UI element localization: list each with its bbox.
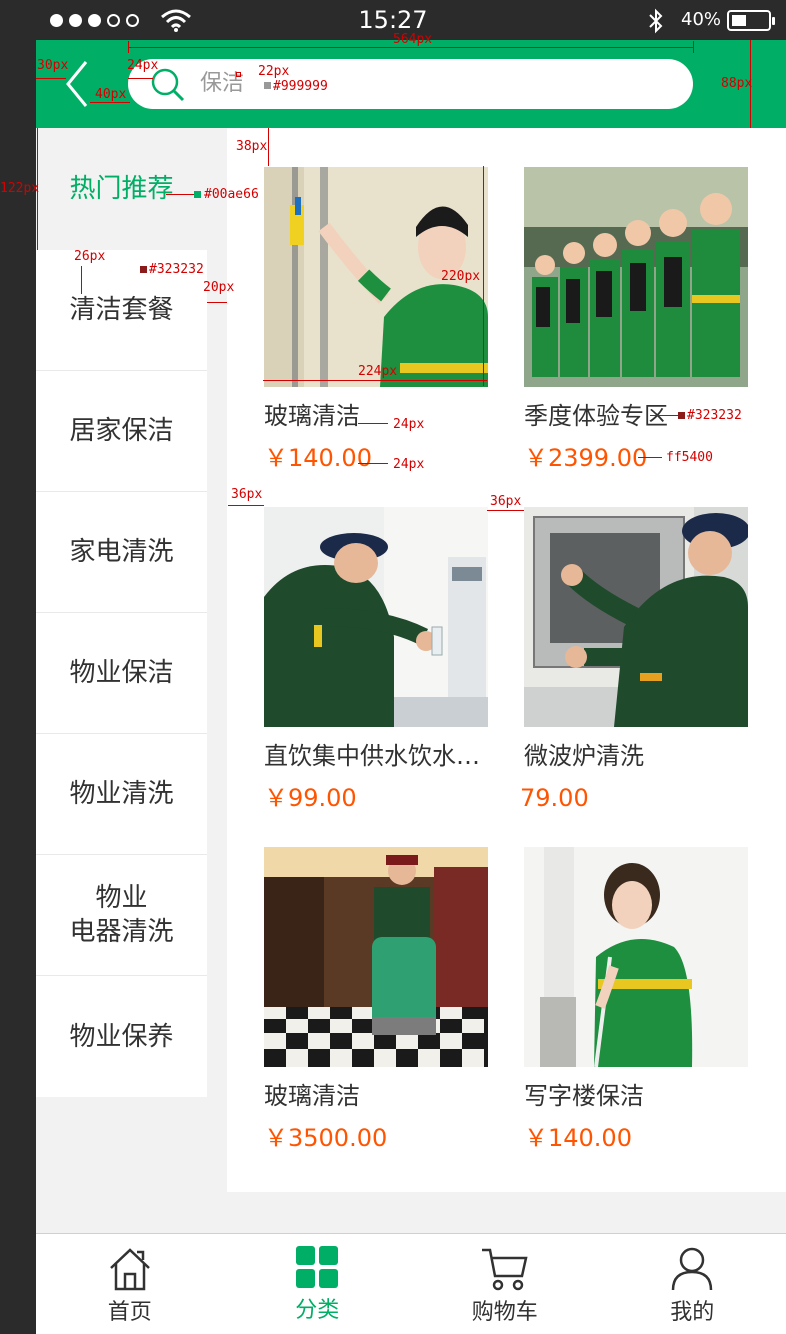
annotation-placeholder-color: #999999 bbox=[273, 79, 328, 94]
annotation-left-gap: 36px bbox=[231, 487, 263, 502]
annotation-font-size: 22px bbox=[258, 64, 290, 79]
status-time: 15:27 bbox=[358, 6, 428, 34]
annotation-image-height: 220px bbox=[441, 269, 481, 284]
sidebar-item-property-cleaning[interactable]: 物业保洁 bbox=[36, 613, 207, 734]
bluetooth-icon bbox=[649, 8, 663, 34]
annotation-sidebar-item-height: 122px bbox=[0, 181, 40, 196]
product-card[interactable]: 玻璃清洁 ￥3500.00 bbox=[264, 847, 488, 1153]
annotation-sidebar-color: #323232 bbox=[149, 262, 204, 277]
category-icon bbox=[296, 1246, 339, 1288]
tab-cart[interactable]: 购物车 bbox=[411, 1234, 599, 1334]
user-icon bbox=[672, 1247, 713, 1291]
product-card[interactable]: 季度体验专区 ￥2399.00 bbox=[524, 167, 748, 473]
product-image-floor-scrubber bbox=[264, 847, 488, 1067]
annotation-header-height: 88px bbox=[721, 76, 753, 91]
annotation-price-font: 24px bbox=[393, 457, 425, 472]
tab-home-label: 首页 bbox=[107, 1300, 152, 1325]
bottom-tab-bar: 首页 分类 购物车 我的 bbox=[36, 1233, 786, 1334]
annotation-active-color: #00ae66 bbox=[204, 187, 259, 202]
product-price: ￥99.00 bbox=[264, 784, 357, 812]
sidebar-item-home-cleaning[interactable]: 居家保洁 bbox=[36, 371, 207, 492]
annotation-gap: 40px bbox=[95, 87, 127, 102]
sidebar-item-appliance-cleaning[interactable]: 家电清洗 bbox=[36, 492, 207, 613]
annotation-back-offset: 30px bbox=[37, 58, 69, 73]
cart-icon bbox=[481, 1248, 528, 1291]
tab-profile[interactable]: 我的 bbox=[599, 1234, 786, 1334]
annotation-title-font: 24px bbox=[393, 417, 425, 432]
product-card[interactable]: 写字楼保洁 ￥140.00 bbox=[524, 847, 748, 1153]
product-price: 79.00 bbox=[520, 784, 589, 812]
tab-cart-label: 购物车 bbox=[471, 1300, 538, 1325]
product-image-office-cleaning bbox=[524, 847, 748, 1067]
product-image-microwave bbox=[524, 507, 748, 727]
annotation-search-width: 564px bbox=[393, 32, 433, 47]
product-price: ￥140.00 bbox=[264, 444, 372, 472]
product-card[interactable]: 玻璃清洁 ￥140.00 bbox=[264, 167, 488, 473]
product-title: 微波炉清洗 bbox=[524, 742, 644, 770]
tab-home[interactable]: 首页 bbox=[36, 1234, 224, 1334]
product-image-water-dispenser bbox=[264, 507, 488, 727]
sidebar-item-property-appliance[interactable]: 物业 电器清洗 bbox=[36, 855, 207, 976]
product-price: ￥2399.00 bbox=[524, 444, 648, 472]
product-image-cleaning-team bbox=[524, 167, 748, 387]
product-title: 写字楼保洁 bbox=[524, 1082, 644, 1110]
battery-icon bbox=[727, 10, 775, 31]
product-grid: 玻璃清洁 ￥140.00 季度体验专区 ￥2399.00 直饮集中供水饮水机 ￥… bbox=[227, 128, 786, 1192]
product-title: 直饮集中供水饮水机清洗 bbox=[264, 742, 488, 770]
app-screen: 保洁 热门推荐 清洁套餐 居家保洁 家电清洗 物业保洁 物业清洗 物业 电器清洗… bbox=[36, 40, 786, 1334]
search-input[interactable]: 保洁 bbox=[128, 59, 693, 109]
product-card[interactable]: 微波炉清洗 79.00 bbox=[520, 507, 748, 813]
product-title: 玻璃清洁 bbox=[264, 402, 360, 430]
battery-percent: 40% bbox=[681, 9, 722, 30]
annotation-content-gap: 20px bbox=[203, 280, 235, 295]
sidebar-item-property-washing[interactable]: 物业清洗 bbox=[36, 734, 207, 855]
tab-category-label: 分类 bbox=[295, 1298, 340, 1323]
annotation-image-width: 224px bbox=[358, 364, 398, 379]
annotation-icon-offset: 24px bbox=[127, 58, 159, 73]
left-edge-strip bbox=[0, 0, 36, 1334]
product-price: ￥3500.00 bbox=[264, 1124, 388, 1152]
annotation-top-gap: 38px bbox=[236, 139, 268, 154]
sidebar-item-hot[interactable]: 热门推荐 bbox=[36, 128, 207, 250]
header-bar: 保洁 bbox=[36, 40, 786, 128]
product-title: 玻璃清洁 bbox=[264, 1082, 360, 1110]
tab-category[interactable]: 分类 bbox=[224, 1234, 412, 1334]
product-card[interactable]: 直饮集中供水饮水机清洗 ￥99.00 bbox=[264, 507, 488, 813]
annotation-column-gap: 36px bbox=[490, 494, 522, 509]
tab-profile-label: 我的 bbox=[670, 1300, 715, 1325]
product-price: ￥140.00 bbox=[524, 1124, 632, 1152]
annotation-price-color: ff5400 bbox=[666, 450, 713, 465]
annotation-sidebar-font: 26px bbox=[74, 249, 106, 264]
annotation-title-color: #323232 bbox=[687, 408, 742, 423]
home-icon bbox=[109, 1248, 150, 1291]
sidebar-item-property-maintenance[interactable]: 物业保养 bbox=[36, 976, 207, 1097]
